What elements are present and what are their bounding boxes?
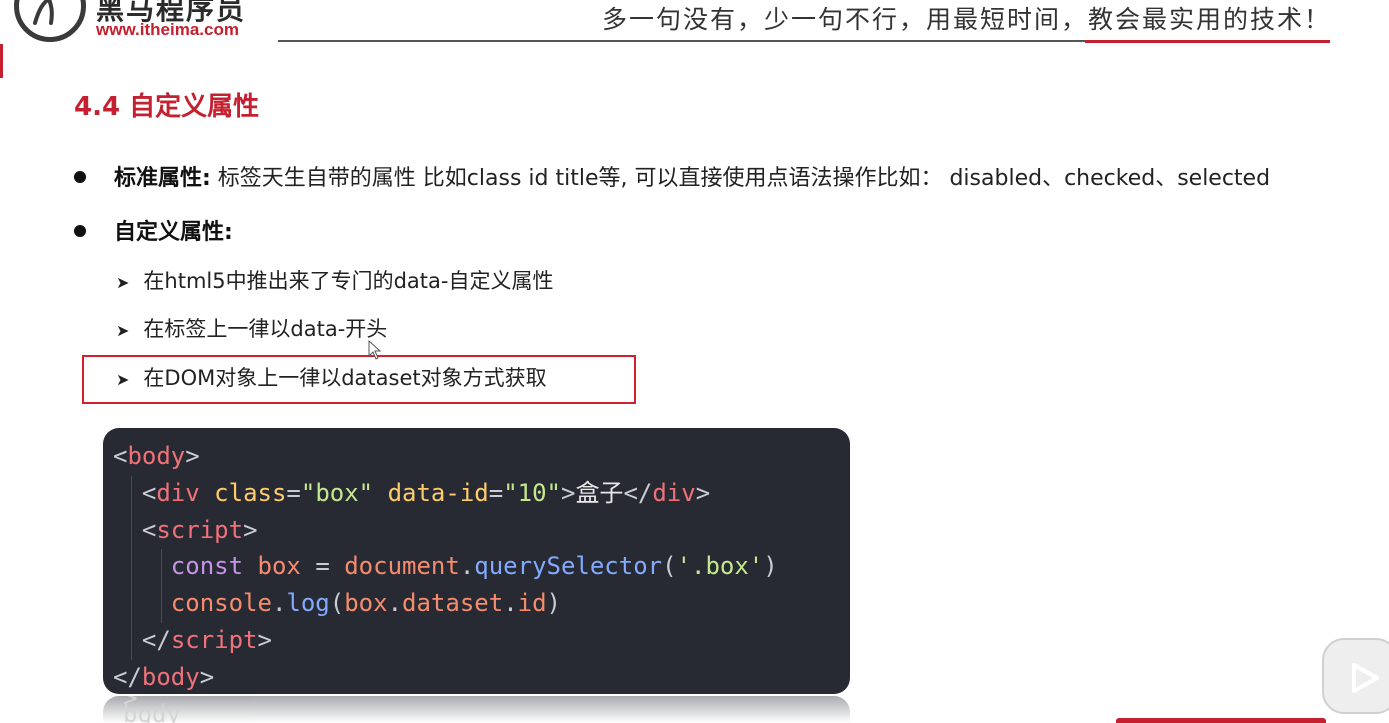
play-button[interactable] <box>1322 638 1389 714</box>
code-token: < <box>141 515 157 544</box>
horse-logo-icon <box>14 0 86 42</box>
slide: 黑马程序员 www.itheima.com 多一句没有，少一句不行，用最短时间，… <box>0 0 1389 723</box>
brand-url: www.itheima.com <box>96 20 239 39</box>
bullet-label: 标准属性: <box>114 166 211 191</box>
code-token: box <box>257 552 301 581</box>
code-token: console <box>170 589 272 618</box>
play-icon <box>1352 663 1379 693</box>
bullet-label: 自定义属性: <box>114 220 233 245</box>
code-token: "10" <box>503 478 561 507</box>
code-token: > <box>695 478 711 507</box>
code-line-1: <body> <box>113 438 850 475</box>
code-token: const <box>170 552 244 581</box>
code-token: dataset <box>402 589 504 618</box>
header-accent-line <box>1085 40 1330 43</box>
code-token: box <box>344 589 388 618</box>
indent-guide <box>161 549 162 623</box>
slogan: 多一句没有，少一句不行，用最短时间，教会最实用的技术！ <box>601 5 1331 34</box>
code-token: "box" <box>300 478 374 507</box>
code-token: id <box>517 589 547 618</box>
mouse-cursor-icon <box>368 339 382 364</box>
code-token: script <box>156 515 244 544</box>
code-block-reflection: </body> <box>103 696 850 723</box>
code-token: querySelector <box>474 552 663 581</box>
code-token: = <box>488 478 504 507</box>
code-token: log <box>286 589 330 618</box>
code-token: ) <box>546 589 561 618</box>
code-token: div <box>652 478 696 507</box>
code-token: . <box>459 552 475 581</box>
code-token: document <box>344 552 460 581</box>
code-token: > <box>243 515 258 544</box>
code-token: </ <box>141 625 171 654</box>
sub-item-html5-data: ➤ 在html5中推出来了专门的data-自定义属性 <box>116 265 553 295</box>
code-token: class <box>214 478 287 507</box>
code-token: = <box>286 478 301 507</box>
bullet-dot-icon <box>74 171 86 183</box>
code-token: > <box>560 478 576 507</box>
code-token: < <box>113 442 128 470</box>
code-block: <body> <div class="box" data-id="10">盒子<… <box>103 428 850 694</box>
bullet-dot-icon <box>74 225 86 237</box>
sub-item-data-prefix: ➤ 在标签上一律以data-开头 <box>116 313 387 343</box>
code-token: ( <box>662 552 677 581</box>
code-line-5: console.log(box.dataset.id) <box>113 585 850 622</box>
code-token: . <box>271 589 287 618</box>
code-token: body <box>127 442 186 470</box>
sub-item-text: 在标签上一律以data-开头 <box>143 317 388 341</box>
code-token: </ <box>113 662 142 691</box>
code-line-3: <script> <box>113 512 850 549</box>
code-line-2: <div class="box" data-id="10">盒子</div> <box>113 475 850 512</box>
bullet-standard-attributes: 标准属性: 标签天生自带的属性 比如class id title等, 可以直接使… <box>74 160 1270 192</box>
bullet-text: 标签天生自带的属性 比如class id title等, 可以直接使用点语法操作… <box>210 166 1271 191</box>
code-token: data-id <box>387 478 489 507</box>
arrow-bullet-icon: ➤ <box>116 321 130 340</box>
code-token: body <box>141 662 200 691</box>
code-token: < <box>141 478 157 507</box>
code-token: > <box>185 442 200 470</box>
code-token: . <box>387 589 403 618</box>
section-title: 4.4 自定义属性 <box>74 92 260 122</box>
code-line-6: </script> <box>113 622 850 659</box>
code-token: = <box>315 552 330 581</box>
reflection-token: > <box>123 696 138 712</box>
bullet-custom-attributes: 自定义属性: <box>74 214 233 246</box>
sub-item-text: 在html5中推出来了专门的data-自定义属性 <box>143 269 554 293</box>
code-token: 盒子 <box>575 478 624 507</box>
code-token: > <box>199 662 215 691</box>
indent-guide <box>131 476 132 660</box>
highlight-box <box>82 355 636 404</box>
edge-mark <box>0 44 3 78</box>
code-token: > <box>257 625 272 654</box>
code-line-7: </body> <box>113 659 850 696</box>
code-line-4: const box = document.querySelector('.box… <box>113 548 850 585</box>
bottom-accent-line <box>1116 718 1326 723</box>
code-token: div <box>156 478 200 507</box>
code-token: . <box>503 589 518 618</box>
code-token: ( <box>329 589 345 618</box>
code-token: script <box>170 625 258 654</box>
code-token: ) <box>763 552 778 581</box>
code-token: </ <box>623 478 653 507</box>
code-token: '.box' <box>676 552 764 581</box>
arrow-bullet-icon: ➤ <box>116 273 130 292</box>
